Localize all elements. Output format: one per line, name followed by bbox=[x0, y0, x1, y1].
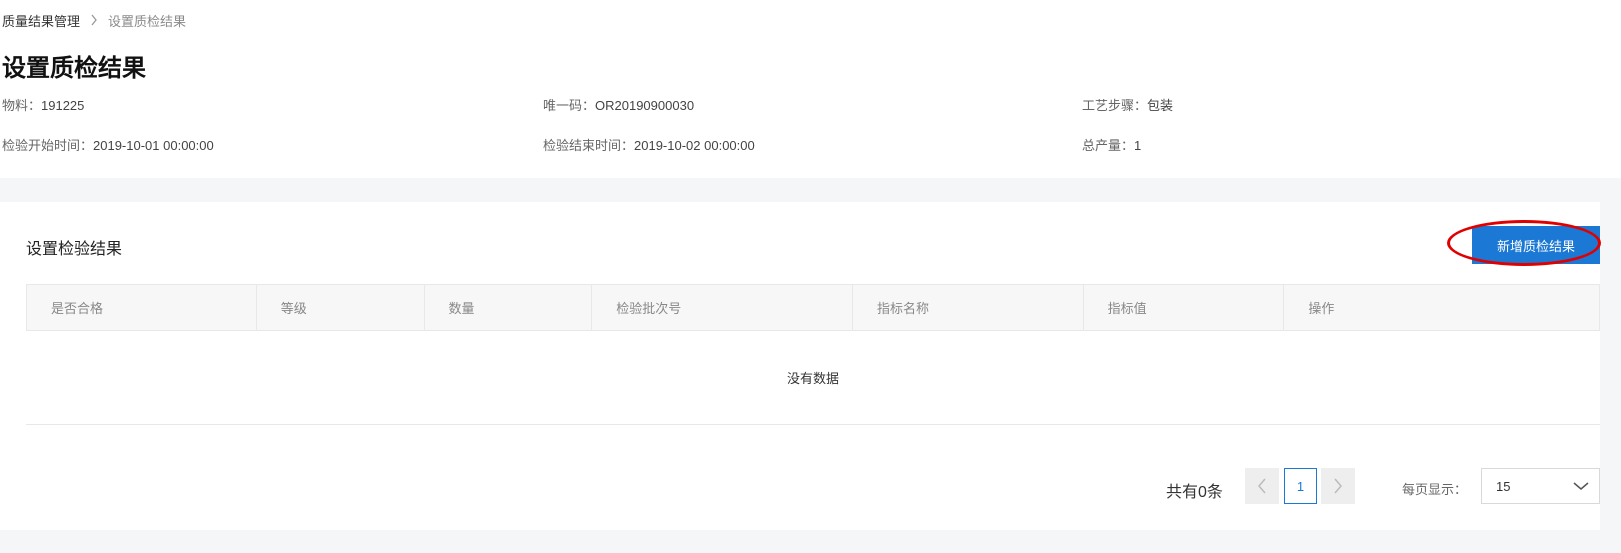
info-process-step: 工艺步骤：包装 bbox=[1082, 98, 1173, 114]
results-table: 是否合格 等级 数量 检验批次号 指标名称 指标值 操作 没有数据 bbox=[26, 284, 1600, 425]
info-label: 总产量： bbox=[1082, 138, 1135, 153]
info-total-output: 总产量：1 bbox=[1082, 138, 1141, 154]
page-title: 设置质检结果 bbox=[2, 55, 146, 82]
page-size-select[interactable]: 15 bbox=[1481, 468, 1600, 504]
chevron-right-icon bbox=[1334, 478, 1342, 494]
column-header-qualified: 是否合格 bbox=[27, 285, 257, 330]
prev-page-button[interactable] bbox=[1245, 468, 1279, 504]
add-quality-result-button[interactable]: 新增质检结果 bbox=[1472, 226, 1600, 264]
column-header-grade: 等级 bbox=[257, 285, 425, 330]
inspection-results-card: 设置检验结果 新增质检结果 是否合格 等级 数量 检验批次号 指标名称 指标值 … bbox=[0, 202, 1601, 530]
breadcrumb: 质量结果管理 设置质检结果 bbox=[2, 14, 186, 30]
column-header-indicator-name: 指标名称 bbox=[853, 285, 1084, 330]
section-title: 设置检验结果 bbox=[26, 241, 123, 258]
info-unique-code: 唯一码：OR20190900030 bbox=[543, 98, 694, 114]
column-header-quantity: 数量 bbox=[425, 285, 593, 330]
info-value: 191225 bbox=[41, 98, 85, 113]
breadcrumb-current: 设置质检结果 bbox=[108, 14, 187, 29]
column-header-indicator-value: 指标值 bbox=[1084, 285, 1285, 330]
table-header: 是否合格 等级 数量 检验批次号 指标名称 指标值 操作 bbox=[26, 284, 1600, 331]
pagination: 共有0条 1 每页显示： 15 bbox=[0, 468, 1600, 506]
info-value: 2019-10-02 00:00:00 bbox=[634, 138, 755, 153]
info-inspect-start: 检验开始时间：2019-10-01 00:00:00 bbox=[2, 138, 214, 154]
info-inspect-end: 检验结束时间：2019-10-02 00:00:00 bbox=[543, 138, 755, 154]
info-label: 检验结束时间： bbox=[543, 138, 635, 153]
chevron-right-icon bbox=[90, 14, 98, 30]
page-size-label: 每页显示： bbox=[1402, 482, 1468, 497]
empty-state-text: 没有数据 bbox=[786, 371, 839, 386]
info-label: 检验开始时间： bbox=[2, 138, 94, 153]
next-page-button[interactable] bbox=[1321, 468, 1355, 504]
chevron-down-icon bbox=[1573, 482, 1589, 490]
info-label: 物料： bbox=[2, 98, 42, 113]
info-value: 2019-10-01 00:00:00 bbox=[93, 138, 214, 153]
column-header-batch-no: 检验批次号 bbox=[592, 285, 853, 330]
info-material: 物料：191225 bbox=[2, 98, 84, 114]
info-value: OR20190900030 bbox=[595, 98, 695, 113]
info-label: 工艺步骤： bbox=[1082, 98, 1148, 113]
total-count: 共有0条 bbox=[1166, 484, 1223, 501]
info-value: 1 bbox=[1134, 138, 1142, 153]
info-value: 包装 bbox=[1147, 98, 1174, 113]
table-body: 没有数据 bbox=[26, 331, 1600, 425]
page-number-button[interactable]: 1 bbox=[1284, 468, 1317, 504]
chevron-left-icon bbox=[1258, 478, 1266, 494]
header-panel: 质量结果管理 设置质检结果 设置质检结果 物料：191225 唯一码：OR201… bbox=[0, 0, 1621, 178]
breadcrumb-link-quality-results[interactable]: 质量结果管理 bbox=[2, 14, 80, 30]
column-header-actions: 操作 bbox=[1308, 301, 1335, 316]
page-size-value: 15 bbox=[1496, 478, 1511, 494]
info-label: 唯一码： bbox=[543, 98, 596, 113]
